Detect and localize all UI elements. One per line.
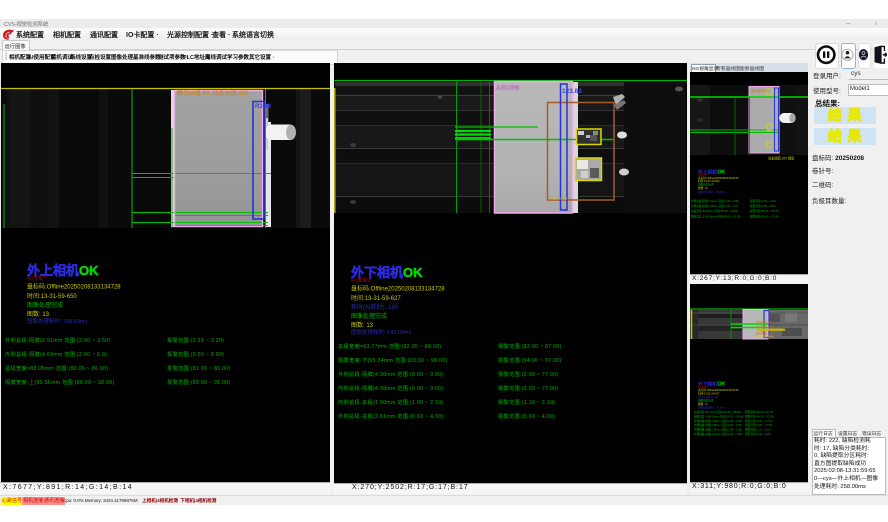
svg-text:图像处理完成: 图像处理完成 — [698, 399, 714, 403]
svg-text:动态阈值:100 阈值: 动态阈值:100 阈值 — [768, 156, 795, 161]
svg-text:AI检测框: AI检测框 — [496, 84, 520, 92]
svg-text:报警范围:(81.00 ~ 85.00): 报警范围:(81.00 ~ 85.00) — [750, 209, 779, 213]
svg-text:R:36 G:35: R:36 G:35 — [549, 196, 568, 201]
svg-text:盘标码:Offline20250208133134728: 盘标码:Offline20250208133134728 — [698, 388, 739, 392]
svg-text:报警范围:(2.20 ~ 3.20): 报警范围:(2.20 ~ 3.20) — [167, 336, 224, 344]
svg-text:盘标码:Offline20250208133134728: 盘标码:Offline20250208133134728 — [27, 283, 121, 291]
svg-text:报警范围:(94.00 ~ 97.00): 报警范围:(94.00 ~ 97.00) — [498, 356, 562, 364]
svg-text:时间:13-31-59-650: 时间:13-31-59-650 — [27, 292, 77, 300]
svg-text:图数: 13: 图数: 13 — [27, 310, 50, 318]
svg-text:报警范围:(2.00 ~ 77.00): 报警范围:(2.00 ~ 77.00) — [745, 419, 772, 423]
svg-text:总极宽度=83.05mm 范围:(80.00 ~ 86.00: 总极宽度=83.05mm 范围:(80.00 ~ 86.00) — [5, 364, 108, 372]
svg-text:NG光批:T: NG光批:T — [27, 275, 47, 282]
svg-text:报警范围:(2.20 ~ 3.20): 报警范围:(2.20 ~ 3.20) — [750, 199, 776, 203]
svg-text:报警范围:(0.00 ~ 8.00): 报警范围:(0.00 ~ 8.00) — [750, 204, 776, 208]
svg-text:外侧总极-隔膜(4.38mm 范围:(0.00 ~ 9.00: 外侧总极-隔膜(4.38mm 范围:(0.00 ~ 9.00) — [694, 419, 742, 423]
svg-text:动态阈值:100: 动态阈值:100 — [756, 325, 773, 329]
svg-text:静态阈值:93: 静态阈值:93 — [751, 88, 768, 93]
svg-text:图像处理耗时: 298.59ms: 图像处理耗时: 298.59ms — [698, 190, 727, 194]
svg-text:报警范围:(0.00 ~ 8.00): 报警范围:(0.00 ~ 8.00) — [167, 350, 224, 358]
svg-text:内侧总极-隔膜(4.38mm 范围:(0.00 ~ 9.00: 内侧总极-隔膜(4.38mm 范围:(0.00 ~ 9.00) — [694, 423, 742, 427]
svg-text:R3.88: R3.88 — [255, 104, 272, 110]
svg-text:内侧总极-总极(1.90mm 范围:(1.00 ~ 2.20: 内侧总极-总极(1.90mm 范围:(1.00 ~ 2.20) — [338, 398, 443, 406]
svg-text:耗时(AI耗时): 168: 耗时(AI耗时): 168 — [351, 303, 399, 311]
svg-text:内侧总极-隔膜(4.38mm 范围:(0.00 ~ 9.00: 内侧总极-隔膜(4.38mm 范围:(0.00 ~ 9.00) — [338, 384, 443, 392]
svg-text:外侧总极-总极(2.61mm 范围:(0.60 ~ 4.00: 外侧总极-总极(2.61mm 范围:(0.60 ~ 4.00) — [694, 432, 742, 436]
svg-text:总极宽度=83.77mm 范围:(82.00 ~ 88.00: 总极宽度=83.77mm 范围:(82.00 ~ 88.00) — [694, 410, 741, 414]
svg-text:内侧总极-总极(1.90mm 范围:(1.00 ~ 2.20: 内侧总极-总极(1.90mm 范围:(1.00 ~ 2.20) — [694, 428, 742, 432]
svg-text:报警范围:(83.00 ~ 87.00): 报警范围:(83.00 ~ 87.00) — [498, 342, 562, 350]
svg-text:总极宽度=83.77mm 范围:(82.00 ~ 88.00: 总极宽度=83.77mm 范围:(82.00 ~ 88.00) — [338, 342, 441, 350]
svg-text:内侧总极-隔膜(4.60mm 范围:(3.00 ~ 6.0): 内侧总极-隔膜(4.60mm 范围:(3.00 ~ 6.0) — [691, 204, 738, 208]
svg-text:报警范围:(81.00 ~ 85.00): 报警范围:(81.00 ~ 85.00) — [167, 364, 231, 372]
svg-text:隔膜宽度-上(90.56mm 范围:(88.00 ~ 92.: 隔膜宽度-上(90.56mm 范围:(88.00 ~ 92.00) — [5, 378, 115, 386]
svg-text:盘标码:Offline20250208133134728: 盘标码:Offline20250208133134728 — [351, 285, 445, 293]
svg-text:外侧总极-隔膜(2.91mm 范围:(2.00 ~ 3.50: 外侧总极-隔膜(2.91mm 范围:(2.00 ~ 3.50) — [691, 199, 739, 203]
svg-text:报警范围:(1.10 ~ 2.10): 报警范围:(1.10 ~ 2.10) — [745, 428, 771, 432]
svg-text:报警范围:(0.60 ~ 4.00): 报警范围:(0.60 ~ 4.00) — [745, 432, 771, 436]
svg-text:报警范围:(0.60 ~ 4.00): 报警范围:(0.60 ~ 4.00) — [498, 412, 555, 420]
svg-text:报警范围:(1.10 ~ 2.10): 报警范围:(1.10 ~ 2.10) — [498, 398, 555, 406]
svg-text:报警范围:(83.00 ~ 87.00): 报警范围:(83.00 ~ 87.00) — [745, 410, 774, 414]
svg-text:报警范围:(89.00 ~ 91.00): 报警范围:(89.00 ~ 91.00) — [750, 215, 779, 219]
svg-text:报警范围:(2.00 ~ 77.00): 报警范围:(2.00 ~ 77.00) — [745, 423, 772, 427]
svg-text:内侧总极-隔膜(4.60mm 范围:(3.00 ~ 6.0): 内侧总极-隔膜(4.60mm 范围:(3.00 ~ 6.0) — [5, 350, 107, 358]
svg-text:图像处理完成: 图像处理完成 — [698, 182, 714, 186]
svg-text:图像处理完成: 图像处理完成 — [27, 301, 63, 309]
svg-text:图像处理完成: 图像处理完成 — [351, 312, 387, 320]
svg-text:隔膜宽度-上(90.56mm 范围:(88.00 ~ 92.: 隔膜宽度-上(90.56mm 范围:(88.00 ~ 92.00) — [691, 215, 741, 219]
svg-text:外侧总极-总极(2.61mm 范围:(0.60 ~ 4.00: 外侧总极-总极(2.61mm 范围:(0.60 ~ 4.00) — [338, 412, 443, 420]
svg-text:静态阈值:93, 动态阈值:100: 静态阈值:93, 动态阈值:100 — [177, 89, 249, 97]
svg-text:报警范围:(2.00 ~ 77.00): 报警范围:(2.00 ~ 77.00) — [498, 384, 558, 392]
svg-text:123.88: 123.88 — [562, 88, 582, 95]
svg-text:报警范围:(94.00 ~ 97.00): 报警范围:(94.00 ~ 97.00) — [745, 414, 774, 418]
svg-text:叠图区域:86%: 叠图区域:86% — [756, 334, 774, 338]
svg-text:外侧总极-隔膜(4.38mm 范围:(0.00 ~ 9.00: 外侧总极-隔膜(4.38mm 范围:(0.00 ~ 9.00) — [338, 370, 443, 378]
svg-text:耗时(AI耗时): 168: 耗时(AI耗时): 168 — [698, 395, 719, 399]
svg-text:图像处理耗时: 298.59ms: 图像处理耗时: 298.59ms — [27, 317, 87, 325]
svg-text:时间:13-31-59-650: 时间:13-31-59-650 — [698, 179, 720, 183]
svg-text:报警范围:(89.00 ~ 91.00): 报警范围:(89.00 ~ 91.00) — [167, 378, 231, 386]
svg-text:NG处理:0: NG处理:0 — [351, 277, 371, 284]
svg-text:时间:13-31-59-627: 时间:13-31-59-627 — [351, 294, 401, 302]
svg-text:外侧总极-隔膜(2.91mm 范围:(2.00 ~ 3.50: 外侧总极-隔膜(2.91mm 范围:(2.00 ~ 3.50) — [5, 336, 110, 344]
svg-text:图数: 13: 图数: 13 — [698, 402, 708, 406]
svg-text:报警范围:(2.00 ~ 77.00): 报警范围:(2.00 ~ 77.00) — [498, 370, 558, 378]
svg-text:图像处理耗时: 143.00ms: 图像处理耗时: 143.00ms — [351, 328, 411, 336]
svg-text:隔膜宽度-下(95.24mm 范围:(93.00 ~ 98.: 隔膜宽度-下(95.24mm 范围:(93.00 ~ 98.00) — [694, 414, 744, 418]
svg-text:隔膜宽度-下(95.24mm 范围:(93.00 ~ 98.: 隔膜宽度-下(95.24mm 范围:(93.00 ~ 98.00) — [338, 356, 448, 364]
svg-text:图像处理耗时: 143.00ms: 图像处理耗时: 143.00ms — [698, 406, 727, 410]
svg-text:时间:13-31-59-627: 时间:13-31-59-627 — [698, 392, 720, 396]
svg-text:图数: 13: 图数: 13 — [351, 321, 374, 329]
svg-text:图数: 13: 图数: 13 — [698, 186, 708, 190]
svg-text:静态阈值:93: 静态阈值:93 — [756, 320, 772, 324]
svg-text:总极宽度=83.05mm 范围:(80.00 ~ 86.00: 总极宽度=83.05mm 范围:(80.00 ~ 86.00) — [691, 209, 738, 213]
